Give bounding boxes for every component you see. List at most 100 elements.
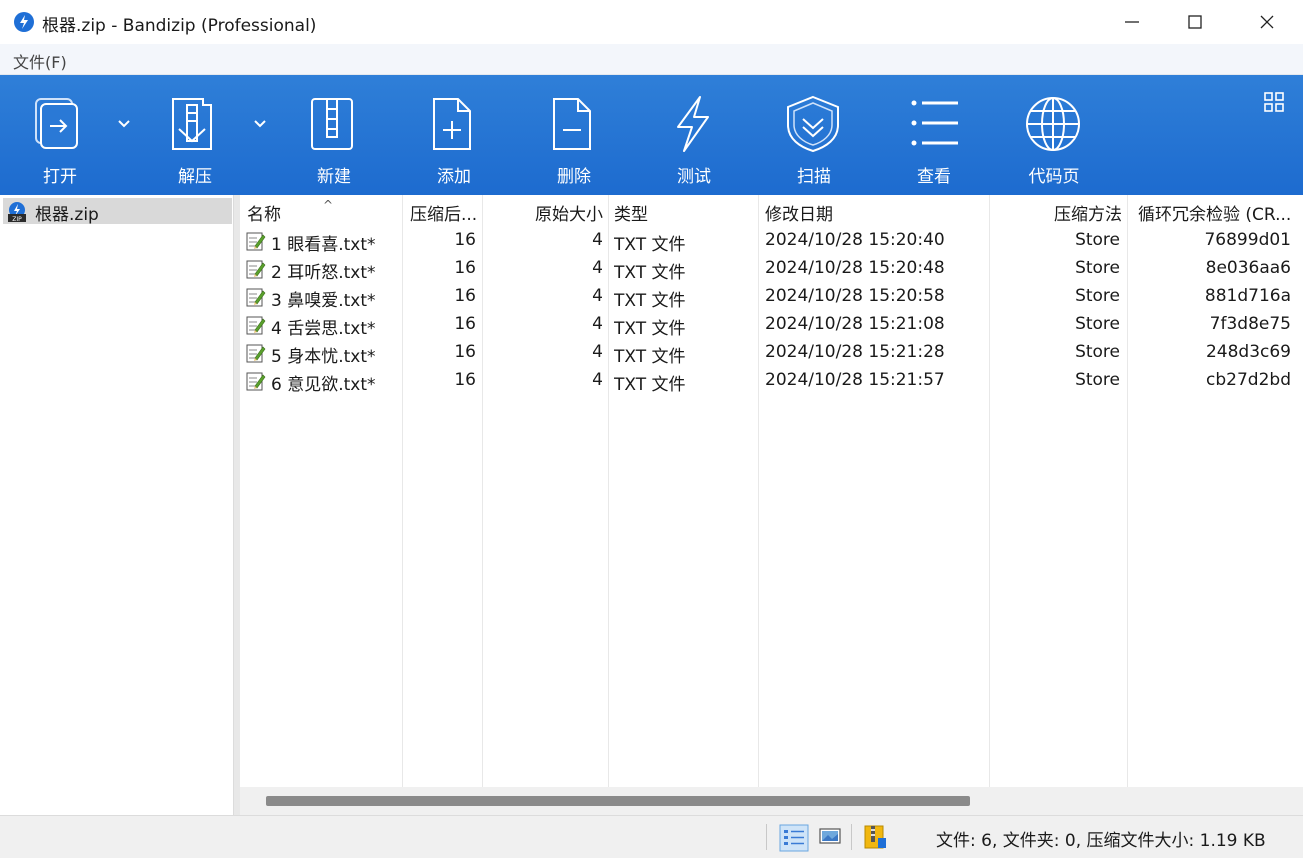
cell-method: Store [1075,230,1120,250]
open-label: 打开 [43,167,77,187]
cell-method: Store [1075,370,1120,390]
open-button[interactable]: 打开 [0,75,120,195]
cell-name: 5 身本忧.txt* [271,347,376,367]
horizontal-scrollbar[interactable] [240,787,1303,815]
new-archive-icon [311,98,353,150]
add-button[interactable]: 添加 [394,75,514,195]
open-icon [35,98,78,149]
add-label: 添加 [437,167,471,187]
cell-crc: 881d716a [1204,286,1291,306]
cell-modified: 2024/10/28 15:20:40 [765,230,945,250]
cell-crc: 76899d01 [1204,230,1291,250]
svg-text:ZIP: ZIP [12,216,22,222]
codepage-button[interactable]: 代码页 [994,75,1114,195]
preview-pane-icon[interactable] [818,824,842,848]
cell-packed: 16 [454,314,476,334]
extract-button[interactable]: 解压 [135,75,255,195]
column-header-method[interactable]: 压缩方法 [994,200,1122,225]
cell-method: Store [1075,314,1120,334]
cell-packed: 16 [454,230,476,250]
cell-modified: 2024/10/28 15:20:58 [765,286,945,306]
cell-crc: cb27d2bd [1206,370,1291,390]
cell-modified: 2024/10/28 15:21:28 [765,342,945,362]
cell-size: 4 [592,314,603,334]
status-bar: 文件: 6, 文件夹: 0, 压缩文件大小: 1.19 KB [0,815,1303,858]
cell-size: 4 [592,258,603,278]
globe-icon [1026,97,1080,151]
cell-modified: 2024/10/28 15:21:57 [765,370,945,390]
column-header-packed[interactable]: 压缩后... [410,200,480,225]
scan-button[interactable]: 扫描 [754,75,874,195]
cell-type: TXT 文件 [614,263,686,283]
cell-size: 4 [592,370,603,390]
cell-type: TXT 文件 [614,291,686,311]
shield-icon [787,95,839,153]
delete-file-icon [553,98,591,150]
test-button[interactable]: 测试 [634,75,754,195]
open-dropdown-icon[interactable] [116,115,132,131]
cell-packed: 16 [454,370,476,390]
cell-method: Store [1075,342,1120,362]
extract-label: 解压 [178,167,212,187]
menu-file[interactable]: 文件(F) [13,49,67,73]
cell-type: TXT 文件 [614,375,686,395]
table-row[interactable]: 5 身本忧.txt* 16 4 TXT 文件 2024/10/28 15:21:28 St… [240,339,1303,367]
title-bar: 根器.zip - Bandizip (Professional) [0,0,1303,44]
cell-name: 4 舌尝思.txt* [271,319,376,339]
cell-type: TXT 文件 [614,235,686,255]
add-file-icon [433,98,471,150]
scrollbar-thumb[interactable] [266,796,970,806]
scan-label: 扫描 [797,167,831,187]
cell-name: 6 意见欲.txt* [271,375,376,395]
column-header-modified[interactable]: 修改日期 [765,200,985,225]
cell-type: TXT 文件 [614,347,686,367]
layout-grid-icon[interactable] [1264,92,1284,112]
folder-tree: ZIP 根器.zip [0,195,234,815]
cell-name: 2 耳听怒.txt* [271,263,376,283]
table-row[interactable]: 1 眼看喜.txt* 16 4 TXT 文件 2024/10/28 15:20:40 St… [240,227,1303,255]
details-view-icon[interactable] [779,824,809,852]
tree-item-archive[interactable]: ZIP 根器.zip [3,198,232,225]
menu-bar: 文件(F) [0,44,1303,75]
cell-crc: 7f3d8e75 [1209,314,1291,334]
text-file-icon [246,232,266,251]
column-header-crc[interactable]: 循环冗余检验 (CR... [1138,200,1298,225]
cell-packed: 16 [454,286,476,306]
window-title: 根器.zip - Bandizip (Professional) [42,16,317,36]
minimize-icon [1125,21,1139,23]
cell-name: 3 鼻嗅爱.txt* [271,291,376,311]
bandizip-icon [14,12,34,32]
cell-size: 4 [592,342,603,362]
table-row[interactable]: 3 鼻嗅爱.txt* 16 4 TXT 文件 2024/10/28 15:20:58 St… [240,283,1303,311]
column-name-label: 名称 [247,205,281,225]
file-list: 名称 ^ 压缩后... 原始大小 类型 修改日期 压缩方法 循环冗余检验 (CR… [240,195,1303,787]
cell-method: Store [1075,258,1120,278]
view-button[interactable]: 查看 [874,75,994,195]
status-divider [766,824,767,850]
tree-archive-label: 根器.zip [35,205,99,225]
text-file-icon [246,372,266,391]
delete-button[interactable]: 删除 [514,75,634,195]
close-button[interactable] [1237,0,1297,44]
table-row[interactable]: 2 耳听怒.txt* 16 4 TXT 文件 2024/10/28 15:20:48 St… [240,255,1303,283]
delete-label: 删除 [557,167,591,187]
sort-ascending-icon: ^ [323,198,334,212]
table-row[interactable]: 6 意见欲.txt* 16 4 TXT 文件 2024/10/28 15:21:57 St… [240,367,1303,395]
cell-packed: 16 [454,258,476,278]
new-button[interactable]: 新建 [274,75,394,195]
extract-dropdown-icon[interactable] [252,115,268,131]
cell-size: 4 [592,286,603,306]
column-header-name[interactable]: 名称 ^ [247,198,397,225]
column-header-type[interactable]: 类型 [614,200,754,225]
codepage-label: 代码页 [1028,167,1080,187]
maximize-button[interactable] [1165,0,1225,44]
text-file-icon [246,288,266,307]
minimize-button[interactable] [1102,0,1162,44]
column-header-size[interactable]: 原始大小 [486,200,603,225]
test-label: 测试 [677,167,711,187]
text-file-icon [246,316,266,335]
cell-size: 4 [592,230,603,250]
table-row[interactable]: 4 舌尝思.txt* 16 4 TXT 文件 2024/10/28 15:21:08 St… [240,311,1303,339]
archive-folder-icon[interactable] [862,824,888,850]
lightning-icon [677,96,709,152]
